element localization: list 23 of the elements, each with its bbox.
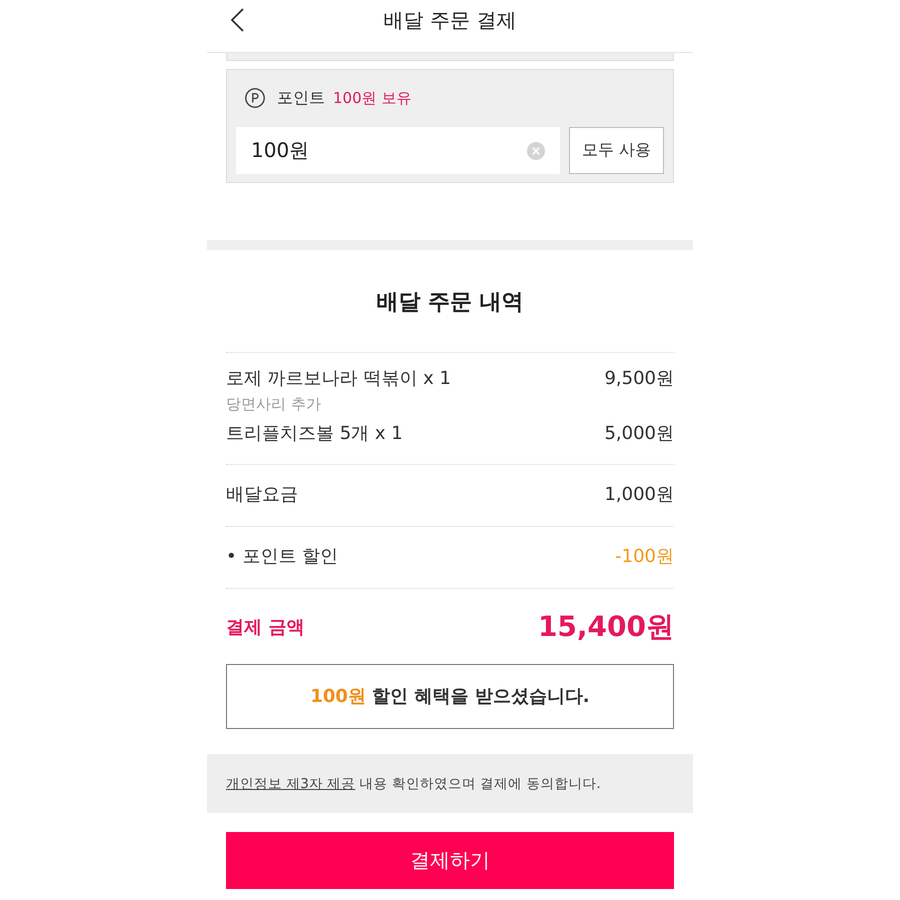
option-text: 당면사리 추가 [226, 394, 321, 415]
points-balance: 100원 보유 [333, 88, 412, 108]
pay-button[interactable]: 결제하기 [226, 832, 674, 889]
item-price: 9,500원 [604, 367, 674, 391]
discount-label: • 포인트 할인 [226, 545, 338, 569]
page-title: 배달 주문 결제 [384, 7, 516, 34]
discount-notice: 100원 할인 혜택을 받으셨습니다. [226, 664, 674, 729]
use-all-button[interactable]: 모두 사용 [569, 127, 664, 174]
section-title: 배달 주문 내역 [375, 290, 525, 316]
total-amount: 15,400원 [538, 609, 674, 645]
points-label: 포인트 [277, 88, 325, 108]
total-label: 결제 금액 [226, 616, 304, 639]
delivery-fee-label: 배달요금 [226, 483, 298, 507]
item-price: 5,000원 [604, 422, 674, 446]
discount-amount: -100원 [615, 545, 674, 569]
delivery-fee-amount: 1,000원 [604, 483, 674, 507]
privacy-link[interactable]: 개인정보 제3자 제공 [226, 776, 356, 792]
circled-p-icon [245, 88, 265, 108]
chevron-left-icon[interactable] [230, 8, 244, 32]
points-input-field[interactable]: 100원 [236, 127, 560, 174]
menu-item-name: 트리플치즈볼 5개 x 1 [226, 422, 403, 446]
menu-item-name: 로제 까르보나라 떡볶이 x 1 [226, 367, 451, 391]
consent-text: 개인정보 제3자 제공 내용 확인하였으며 결제에 동의합니다. [226, 774, 601, 792]
